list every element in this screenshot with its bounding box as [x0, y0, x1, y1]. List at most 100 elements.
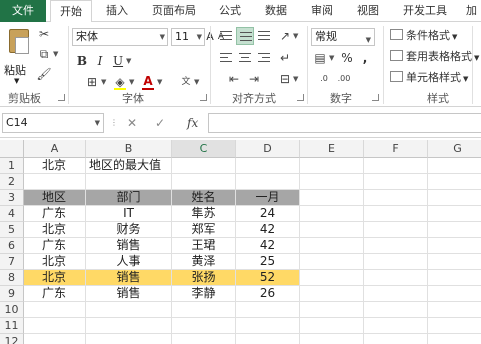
formula-input[interactable]	[208, 113, 481, 133]
row-header-1[interactable]: 1	[0, 158, 24, 174]
font-size-select[interactable]: 11 ▼	[171, 28, 205, 46]
column-header-d[interactable]: D	[236, 140, 300, 158]
chevron-down-icon[interactable]: ▼	[126, 57, 131, 65]
italic-button[interactable]: I	[92, 52, 108, 70]
cell-d7[interactable]: 25	[236, 254, 300, 270]
column-header-f[interactable]: F	[364, 140, 428, 158]
increase-decimal-icon[interactable]: .0	[316, 71, 332, 87]
number-launcher-icon[interactable]	[372, 94, 379, 101]
cell-b9[interactable]: 销售	[86, 286, 172, 302]
column-header-e[interactable]: E	[300, 140, 364, 158]
cell-c6[interactable]: 王珺	[172, 238, 236, 254]
cell-a7[interactable]: 北京	[24, 254, 86, 270]
phonetic-icon[interactable]: 文	[178, 74, 194, 90]
comma-button[interactable]: ,	[358, 49, 372, 67]
chevron-down-icon[interactable]: ▼	[129, 78, 134, 86]
row-header-2[interactable]: 2	[0, 174, 24, 190]
column-header-g[interactable]: G	[428, 140, 481, 158]
row-header-6[interactable]: 6	[0, 238, 24, 254]
row-header-5[interactable]: 5	[0, 222, 24, 238]
cell-d5[interactable]: 42	[236, 222, 300, 238]
paste-button[interactable]: 粘贴 ▼	[4, 26, 34, 85]
align-left-icon[interactable]	[217, 49, 235, 67]
chevron-down-icon[interactable]: ▼	[101, 78, 106, 86]
tab-data[interactable]: 数据	[259, 0, 293, 22]
cell-b6[interactable]: 销售	[86, 238, 172, 254]
cell-styles-button[interactable]: 单元格样式 ▼	[390, 69, 468, 87]
cell-d6[interactable]: 42	[236, 238, 300, 254]
tab-addins[interactable]: 加	[462, 0, 481, 22]
chevron-down-icon[interactable]: ▼	[293, 32, 298, 40]
cell-c8[interactable]: 张扬	[172, 270, 236, 286]
tab-file[interactable]: 文件	[0, 0, 46, 22]
align-center-icon[interactable]	[236, 49, 254, 67]
tab-formulas[interactable]: 公式	[213, 0, 247, 22]
cell-a1[interactable]: 北京	[24, 158, 86, 174]
column-header-a[interactable]: A	[24, 140, 86, 158]
name-box[interactable]: C14 ▼	[2, 113, 104, 133]
row-header-11[interactable]: 11	[0, 318, 24, 334]
cell-d9[interactable]: 26	[236, 286, 300, 302]
cell-c9[interactable]: 李静	[172, 286, 236, 302]
cell-c7[interactable]: 黄泽	[172, 254, 236, 270]
column-header-c[interactable]: C	[172, 140, 236, 158]
select-all-corner[interactable]	[0, 140, 24, 158]
clipboard-launcher-icon[interactable]	[58, 94, 65, 101]
cell-a5[interactable]: 北京	[24, 222, 86, 238]
align-bottom-icon[interactable]	[255, 27, 273, 45]
alignment-launcher-icon[interactable]	[297, 94, 304, 101]
format-as-table-button[interactable]: 套用表格格式 ▼	[390, 48, 479, 66]
column-header-b[interactable]: B	[86, 140, 172, 158]
cell-a4[interactable]: 广东	[24, 206, 86, 222]
row-header-10[interactable]: 10	[0, 302, 24, 318]
tab-page-layout[interactable]: 页面布局	[146, 0, 202, 22]
cell-b5[interactable]: 财务	[86, 222, 172, 238]
cell-d4[interactable]: 24	[236, 206, 300, 222]
percent-button[interactable]: %	[340, 49, 354, 67]
cell-a3[interactable]: 地区	[24, 190, 86, 206]
format-painter-icon[interactable]: 🖌	[36, 66, 52, 82]
underline-button[interactable]: U	[110, 52, 126, 70]
cut-icon[interactable]: ✂	[36, 26, 52, 42]
cell-b4[interactable]: IT	[86, 206, 172, 222]
cell-c3[interactable]: 姓名	[172, 190, 236, 206]
font-name-select[interactable]: 宋体 ▼	[72, 28, 168, 46]
chevron-down-icon[interactable]: ▼	[53, 50, 58, 58]
tab-insert[interactable]: 插入	[100, 0, 134, 22]
align-middle-icon[interactable]	[236, 27, 254, 45]
enter-icon[interactable]: ✓	[155, 114, 165, 132]
cell-a9[interactable]: 广东	[24, 286, 86, 302]
tab-view[interactable]: 视图	[351, 0, 385, 22]
chevron-down-icon[interactable]: ▼	[194, 78, 199, 86]
tab-developer[interactable]: 开发工具	[397, 0, 453, 22]
chevron-down-icon[interactable]: ▼	[293, 75, 298, 83]
row-header-8[interactable]: 8	[0, 270, 24, 286]
conditional-formatting-button[interactable]: 条件格式 ▼	[390, 27, 457, 45]
accounting-format-icon[interactable]: ▤	[312, 50, 328, 66]
row-header-12[interactable]: 12	[0, 334, 24, 344]
cancel-icon[interactable]: ✕	[127, 114, 137, 132]
align-top-icon[interactable]	[217, 27, 235, 45]
tab-review[interactable]: 审阅	[305, 0, 339, 22]
bold-button[interactable]: B	[74, 52, 90, 70]
decrease-decimal-icon[interactable]: .00	[336, 71, 352, 87]
cell-c5[interactable]: 郑军	[172, 222, 236, 238]
chevron-down-icon[interactable]: ▼	[329, 54, 334, 62]
cell-c4[interactable]: 隼苏	[172, 206, 236, 222]
increase-indent-icon[interactable]: ⇥	[246, 71, 262, 87]
cell-b7[interactable]: 人事	[86, 254, 172, 270]
number-format-select[interactable]: 常规 ▼	[311, 28, 375, 46]
align-right-icon[interactable]	[255, 49, 273, 67]
cell-d3[interactable]: 一月	[236, 190, 300, 206]
copy-icon[interactable]: ⧉	[36, 46, 52, 62]
cell-b1[interactable]: 地区的最大值	[86, 158, 172, 174]
row-header-3[interactable]: 3	[0, 190, 24, 206]
cell-b8[interactable]: 销售	[86, 270, 172, 286]
row-header-4[interactable]: 4	[0, 206, 24, 222]
orientation-icon[interactable]: ↗	[277, 28, 293, 44]
cell-a8[interactable]: 北京	[24, 270, 86, 286]
insert-function-button[interactable]: fx	[187, 114, 198, 132]
merge-center-icon[interactable]: ⊟	[277, 71, 293, 87]
wrap-text-icon[interactable]: ↵	[277, 50, 293, 66]
font-launcher-icon[interactable]	[200, 94, 207, 101]
